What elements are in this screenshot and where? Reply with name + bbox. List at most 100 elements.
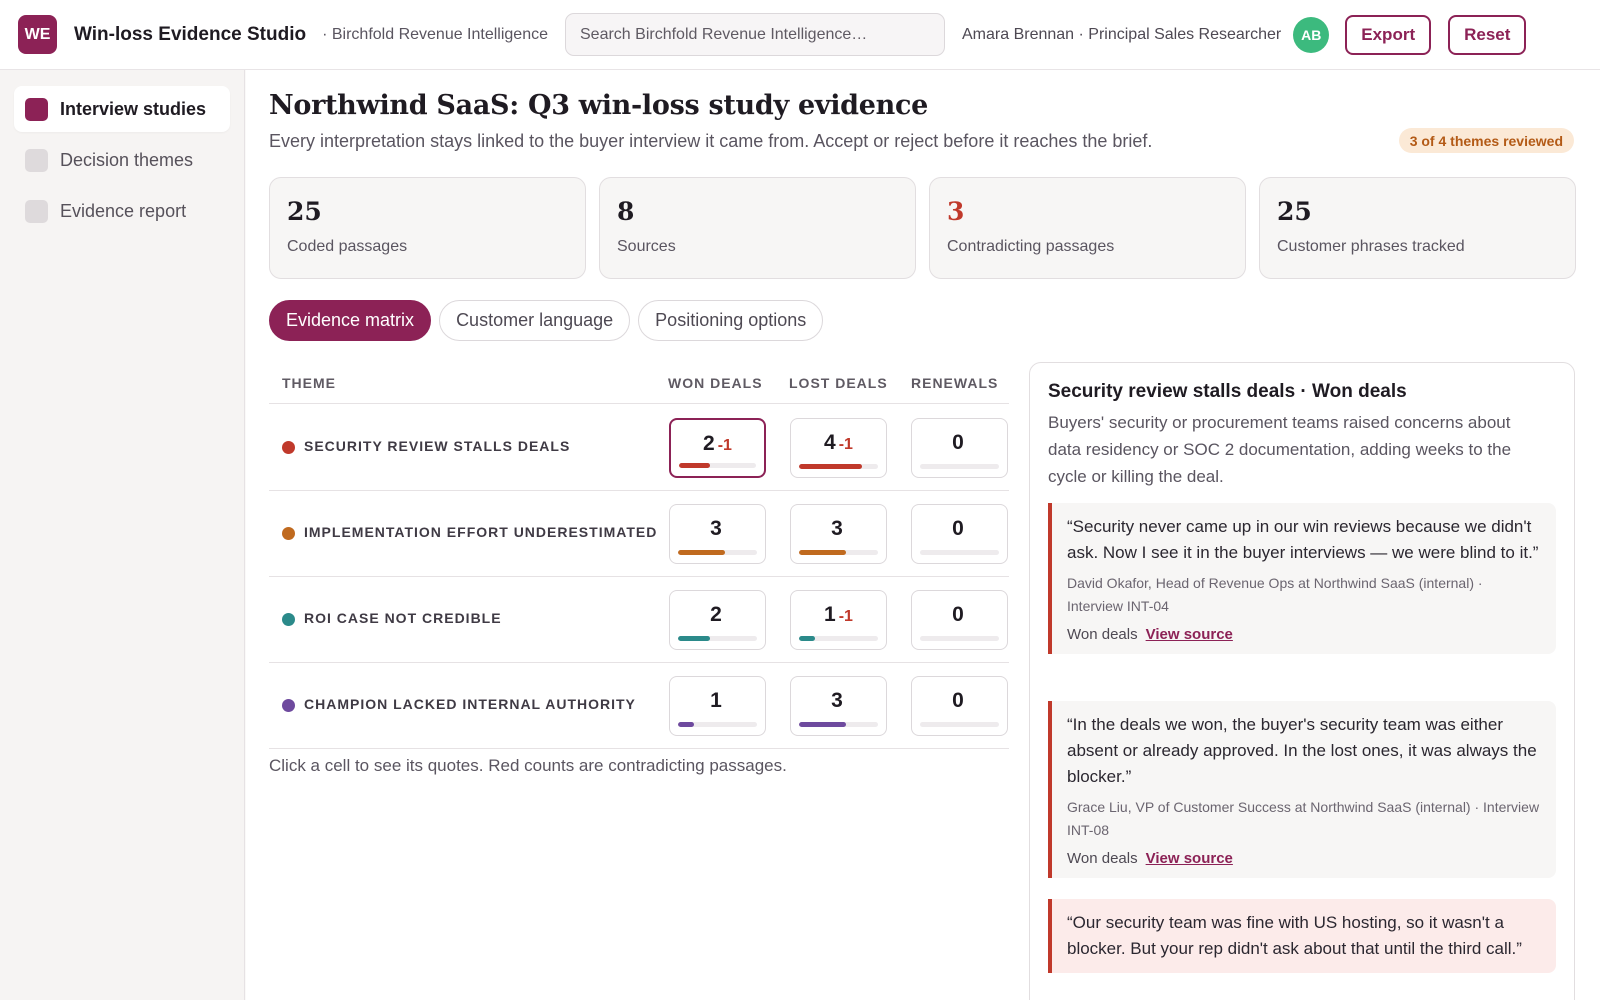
theme-color-dot bbox=[282, 441, 295, 454]
matrix-cell-renewals[interactable]: 0 bbox=[911, 676, 1008, 736]
quote-text: “Our security team was fine with US host… bbox=[1067, 913, 1522, 958]
matrix-row-roi-case: ROI CASE NOT CREDIBLE 2 1 -1 0 bbox=[269, 577, 1009, 663]
export-button[interactable]: Export bbox=[1345, 14, 1432, 55]
matrix-header: THEME WON DEALS LOST DEALS RENEWALS bbox=[269, 360, 1009, 404]
matrix-cell-lost-deals[interactable]: 3 bbox=[790, 504, 887, 564]
page-subtitle: Every interpretation stays linked to the… bbox=[269, 131, 1153, 151]
tab-evidence-matrix[interactable]: Evidence matrix bbox=[269, 300, 432, 341]
matrix-cell-won-deals[interactable]: 1 bbox=[669, 676, 766, 736]
matrix-cell-won-deals[interactable]: 2 -1 bbox=[669, 418, 766, 478]
quote-meta: Won deals View source bbox=[1067, 626, 1540, 643]
cell-bar-fill bbox=[678, 636, 710, 641]
matrix-cell-renewals[interactable]: 0 bbox=[911, 590, 1008, 650]
stat-card-coded-passages: 25 Coded passages bbox=[269, 177, 586, 279]
cell-bar-fill bbox=[678, 722, 694, 727]
column-header-theme: THEME bbox=[282, 375, 336, 391]
matrix-cell-renewals[interactable]: 0 bbox=[911, 504, 1008, 564]
decision-themes-icon bbox=[25, 148, 48, 172]
reset-button[interactable]: Reset bbox=[1448, 14, 1527, 55]
cell-bar-fill bbox=[799, 722, 847, 727]
cell-count: 2 bbox=[710, 603, 722, 626]
theme-label: CHAMPION LACKED INTERNAL AUTHORITY bbox=[304, 696, 636, 712]
quote-segment-tag: Won deals bbox=[1067, 626, 1138, 643]
stat-card-customer-phrases: 25 Customer phrases tracked bbox=[1259, 177, 1576, 279]
cell-count-line: 1 bbox=[670, 689, 765, 713]
cell-count-line: 3 bbox=[670, 517, 765, 541]
matrix-cell-renewals[interactable]: 0 bbox=[911, 418, 1008, 478]
avatar[interactable]: AB bbox=[1293, 16, 1330, 53]
theme-color-dot bbox=[282, 527, 295, 540]
cell-count-line: 4 -1 bbox=[791, 431, 886, 455]
matrix-cell-lost-deals[interactable]: 4 -1 bbox=[790, 418, 887, 478]
quote-text: “In the deals we won, the buyer's securi… bbox=[1067, 715, 1537, 786]
column-header-won-deals: WON DEALS bbox=[668, 375, 763, 391]
cell-bar-track bbox=[678, 722, 757, 727]
matrix-cell-lost-deals[interactable]: 3 bbox=[790, 676, 887, 736]
app-title: Win-loss Evidence Studio bbox=[74, 23, 307, 45]
theme-label: ROI CASE NOT CREDIBLE bbox=[304, 610, 502, 626]
cell-count-line: 1 -1 bbox=[791, 603, 886, 627]
page-title: Northwind SaaS: Q3 win-loss study eviden… bbox=[269, 90, 928, 121]
cell-contradiction-count: -1 bbox=[838, 608, 853, 625]
matrix-cell-lost-deals[interactable]: 1 -1 bbox=[790, 590, 887, 650]
view-source-link[interactable]: View source bbox=[1146, 850, 1233, 867]
matrix-row-security-review: SECURITY REVIEW STALLS DEALS 2 -1 4 -1 0 bbox=[269, 405, 1009, 491]
tab-customer-language[interactable]: Customer language bbox=[439, 300, 631, 341]
evidence-detail-panel: Security review stalls deals · Won deals… bbox=[1029, 362, 1575, 1000]
column-header-lost-deals: LOST DEALS bbox=[789, 375, 888, 391]
cell-count: 0 bbox=[952, 431, 964, 454]
sidebar-item-label: Interview studies bbox=[60, 98, 207, 119]
stats-row: 25 Coded passages 8 Sources 3 Contradict… bbox=[269, 177, 1576, 279]
stat-value: 25 bbox=[287, 197, 322, 226]
cell-bar-fill bbox=[799, 464, 863, 469]
cell-bar-track bbox=[920, 636, 999, 641]
user-name: Amara Brennan · Principal Sales Research… bbox=[962, 25, 1282, 43]
tab-positioning-options[interactable]: Positioning options bbox=[638, 300, 824, 341]
cell-bar-track bbox=[799, 636, 878, 641]
cell-contradiction-count: -1 bbox=[717, 437, 732, 454]
evidence-matrix: THEME WON DEALS LOST DEALS RENEWALS SECU… bbox=[269, 360, 1009, 750]
matrix-cell-won-deals[interactable]: 3 bbox=[669, 504, 766, 564]
quote-card: “Security never came up in our win revie… bbox=[1048, 503, 1556, 654]
theme-label: IMPLEMENTATION EFFORT UNDERESTIMATED bbox=[304, 524, 658, 540]
cell-bar-track bbox=[920, 464, 999, 469]
cell-bar-track bbox=[799, 722, 878, 727]
cell-bar-track bbox=[799, 464, 878, 469]
detail-title: Security review stalls deals · Won deals bbox=[1048, 381, 1407, 402]
quote-text: “Security never came up in our win revie… bbox=[1067, 517, 1539, 562]
review-status-badge: 3 of 4 themes reviewed bbox=[1398, 128, 1574, 153]
cell-count-line: 2 -1 bbox=[671, 432, 764, 456]
stat-card-sources: 8 Sources bbox=[599, 177, 916, 279]
cell-count: 3 bbox=[831, 517, 843, 540]
theme-color-dot bbox=[282, 613, 295, 626]
view-source-link[interactable]: View source bbox=[1146, 626, 1233, 643]
matrix-help-text: Click a cell to see its quotes. Red coun… bbox=[269, 756, 787, 775]
search-input[interactable] bbox=[580, 25, 930, 44]
stat-value: 3 bbox=[947, 197, 965, 226]
cell-bar-track bbox=[679, 463, 756, 468]
sidebar: Interview studies Decision themes Eviden… bbox=[0, 70, 245, 1000]
sidebar-item-interview-studies[interactable]: Interview studies bbox=[14, 86, 230, 132]
cell-count: 1 bbox=[824, 603, 836, 626]
cell-bar-track bbox=[678, 550, 757, 555]
search-box[interactable] bbox=[565, 13, 945, 56]
quote-attribution: David Okafor, Head of Revenue Ops at Nor… bbox=[1067, 575, 1483, 614]
top-bar: WE Win-loss Evidence Studio · Birchfold … bbox=[0, 0, 1600, 70]
cell-count-line: 2 bbox=[670, 603, 765, 627]
sidebar-item-decision-themes[interactable]: Decision themes bbox=[14, 137, 230, 183]
sidebar-item-evidence-report[interactable]: Evidence report bbox=[14, 188, 230, 234]
cell-count-line: 3 bbox=[791, 517, 886, 541]
cell-count: 0 bbox=[952, 517, 964, 540]
matrix-cell-won-deals[interactable]: 2 bbox=[669, 590, 766, 650]
app-logo[interactable]: WE bbox=[18, 15, 57, 54]
stat-value: 25 bbox=[1277, 197, 1312, 226]
cell-count-line: 0 bbox=[912, 431, 1007, 455]
stat-label: Contradicting passages bbox=[947, 238, 1115, 255]
main-content: Northwind SaaS: Q3 win-loss study eviden… bbox=[246, 70, 1600, 1000]
quote-card-contradicting: “Our security team was fine with US host… bbox=[1048, 899, 1556, 973]
interview-studies-icon bbox=[25, 97, 48, 121]
cell-count: 3 bbox=[710, 517, 722, 540]
cell-count-line: 3 bbox=[791, 689, 886, 713]
quote-segment-tag: Won deals bbox=[1067, 850, 1138, 867]
cell-bar-track bbox=[678, 636, 757, 641]
